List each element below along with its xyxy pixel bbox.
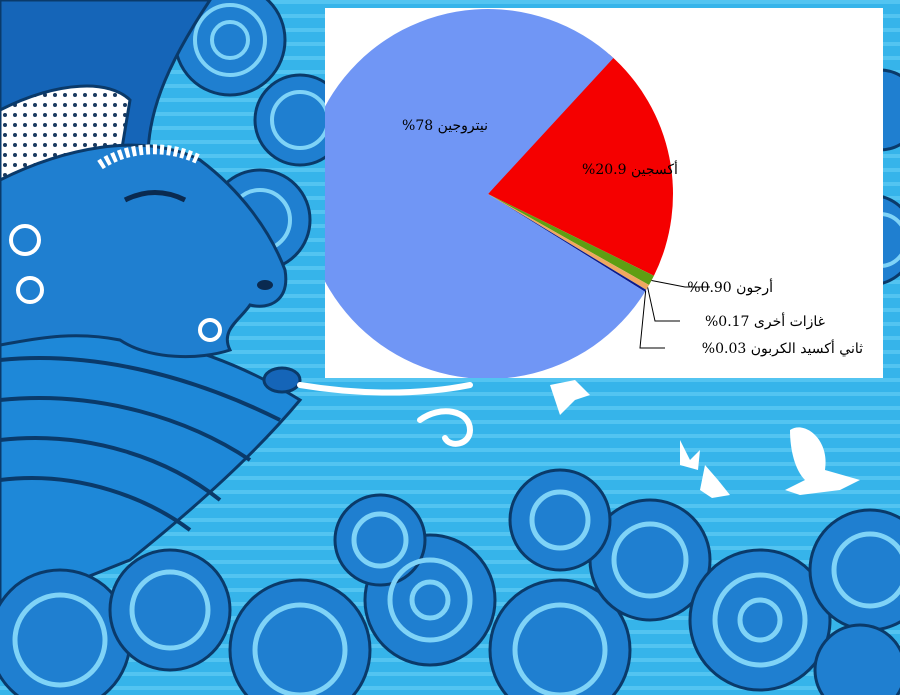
slice-label: غازات أخرى 0.17% xyxy=(705,311,825,330)
slice-label: ثاني أكسيد الكربون 0.03% xyxy=(702,338,863,357)
lips xyxy=(262,366,302,394)
slice-label: نيتروجين 78% xyxy=(402,118,488,134)
leader-line xyxy=(639,290,665,349)
slice-label: أكسجين 20.9% xyxy=(582,159,678,178)
slice-label: أرجون 0.90% xyxy=(687,277,773,296)
pie-chart: نيتروجين 78% أكسجين 20.9% أرجون 0.90% غازات… xyxy=(325,9,863,378)
nostril xyxy=(257,280,273,290)
chart-panel: نيتروجين 78% أكسجين 20.9% أرجون 0.90% غازات… xyxy=(325,8,883,378)
leader-line xyxy=(647,287,680,322)
